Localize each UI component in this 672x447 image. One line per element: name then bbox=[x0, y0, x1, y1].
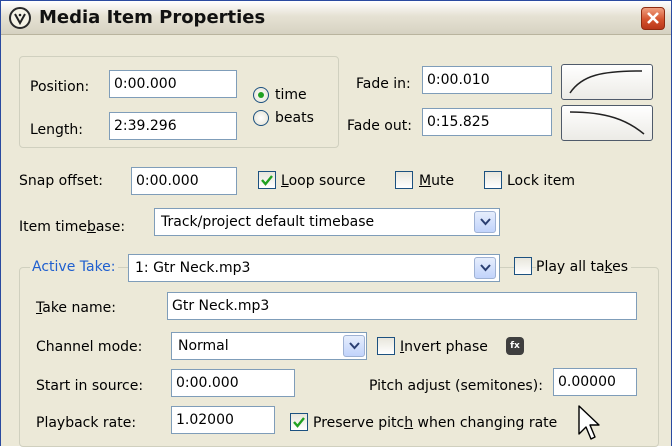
loop-source-text: oop source bbox=[288, 173, 366, 189]
time-radio-label: time bbox=[275, 87, 307, 103]
beats-radio[interactable] bbox=[253, 110, 269, 126]
fade-out-shape-button[interactable] bbox=[561, 105, 653, 141]
fade-out-field[interactable]: 0:15.825 bbox=[422, 108, 552, 136]
loop-source-accel: L bbox=[281, 173, 289, 189]
mute-label: Mute bbox=[419, 172, 454, 190]
length-field[interactable]: 2:39.296 bbox=[109, 112, 237, 140]
mute-checkbox[interactable] bbox=[395, 171, 413, 189]
title-bar[interactable]: Media Item Properties bbox=[1, 1, 671, 35]
play-all-takes-text-b: es bbox=[612, 259, 629, 275]
play-all-takes-label: Play all takes bbox=[536, 258, 632, 276]
take-name-field[interactable]: Gtr Neck.mp3 bbox=[167, 292, 637, 320]
mouse-cursor-icon bbox=[578, 405, 600, 440]
play-all-takes-accel: k bbox=[604, 259, 613, 275]
chevron-down-icon bbox=[480, 218, 491, 226]
media-item-properties-window: Media Item Properties Position: 0:00.000… bbox=[0, 0, 672, 447]
item-timebase-text-b: ase: bbox=[95, 219, 126, 235]
window-title: Media Item Properties bbox=[39, 7, 266, 28]
checkmark-icon bbox=[261, 175, 273, 186]
fade-in-field[interactable]: 0:00.010 bbox=[422, 66, 552, 94]
snap-offset-label: Snap offset: bbox=[19, 173, 103, 189]
time-radio[interactable] bbox=[253, 87, 269, 103]
pitch-adjust-field[interactable]: 0.00000 bbox=[553, 368, 637, 396]
channel-mode-value: Normal bbox=[178, 338, 229, 354]
playback-rate-field[interactable]: 1.02000 bbox=[171, 406, 275, 434]
fx-button[interactable]: fx bbox=[506, 337, 524, 355]
mute-accel: M bbox=[419, 173, 432, 189]
preserve-pitch-text-a: Preserve pitc bbox=[313, 415, 405, 431]
close-button[interactable] bbox=[641, 7, 665, 30]
lock-item-checkbox[interactable] bbox=[484, 171, 502, 189]
mute-text: ute bbox=[431, 173, 455, 189]
play-all-takes-text-a: Play all ta bbox=[536, 259, 605, 275]
invert-phase-label: Invert phase bbox=[400, 338, 488, 356]
checkmark-icon bbox=[293, 417, 305, 428]
invert-phase-checkbox[interactable] bbox=[377, 337, 395, 355]
reaper-logo-icon bbox=[9, 7, 31, 29]
preserve-pitch-checkbox[interactable] bbox=[290, 413, 308, 431]
take-name-label: Take name: bbox=[36, 299, 116, 317]
beats-radio-label: beats bbox=[275, 110, 314, 126]
item-timebase-value: Track/project default timebase bbox=[161, 214, 375, 230]
active-take-label: Active Take: bbox=[30, 258, 118, 276]
play-all-takes-checkbox[interactable] bbox=[514, 257, 532, 275]
fade-in-shape-button[interactable] bbox=[561, 64, 653, 100]
fade-out-label: Fade out: bbox=[347, 118, 412, 134]
item-timebase-dropdown[interactable]: Track/project default timebase bbox=[154, 208, 500, 236]
snap-offset-field[interactable]: 0:00.000 bbox=[131, 167, 237, 195]
item-timebase-dropdown-button[interactable] bbox=[474, 211, 496, 233]
loop-source-checkbox[interactable] bbox=[258, 171, 276, 189]
chevron-down-icon bbox=[480, 264, 491, 272]
channel-mode-dropdown[interactable]: Normal bbox=[171, 332, 367, 360]
invert-phase-text: nvert phase bbox=[404, 339, 488, 355]
lock-item-label: Lock item bbox=[507, 173, 576, 189]
fade-in-curve-icon bbox=[569, 70, 643, 94]
position-label: Position: bbox=[30, 79, 90, 95]
channel-mode-label: Channel mode: bbox=[36, 339, 143, 355]
close-icon bbox=[647, 12, 659, 24]
position-field[interactable]: 0:00.000 bbox=[109, 70, 237, 98]
item-timebase-accel: b bbox=[86, 219, 96, 235]
start-in-source-label: Start in source: bbox=[36, 378, 144, 394]
start-in-source-field[interactable]: 0:00.000 bbox=[171, 369, 295, 397]
fade-out-curve-icon bbox=[569, 111, 645, 135]
item-timebase-text-a: Item time bbox=[19, 219, 87, 235]
loop-source-label: Loop source bbox=[281, 172, 366, 190]
playback-rate-label: Playback rate: bbox=[36, 415, 137, 431]
preserve-pitch-accel: h bbox=[404, 415, 414, 431]
preserve-pitch-text-b: when changing rate bbox=[413, 415, 558, 431]
pitch-adjust-label: Pitch adjust (semitones): bbox=[369, 378, 543, 394]
active-take-value: 1: Gtr Neck.mp3 bbox=[135, 260, 251, 276]
active-take-dropdown[interactable]: 1: Gtr Neck.mp3 bbox=[128, 254, 500, 282]
active-take-dropdown-button[interactable] bbox=[474, 257, 496, 279]
take-name-text: ake name: bbox=[42, 300, 116, 316]
length-label: Length: bbox=[30, 122, 84, 138]
chevron-down-icon bbox=[349, 342, 360, 350]
item-timebase-label: Item timebase: bbox=[19, 218, 125, 236]
dialog-content: Position: 0:00.000 Length: 2:39.296 time… bbox=[1, 36, 671, 447]
fade-in-label: Fade in: bbox=[356, 76, 411, 92]
channel-mode-dropdown-button[interactable] bbox=[343, 335, 365, 357]
preserve-pitch-label: Preserve pitch when changing rate bbox=[313, 414, 557, 432]
